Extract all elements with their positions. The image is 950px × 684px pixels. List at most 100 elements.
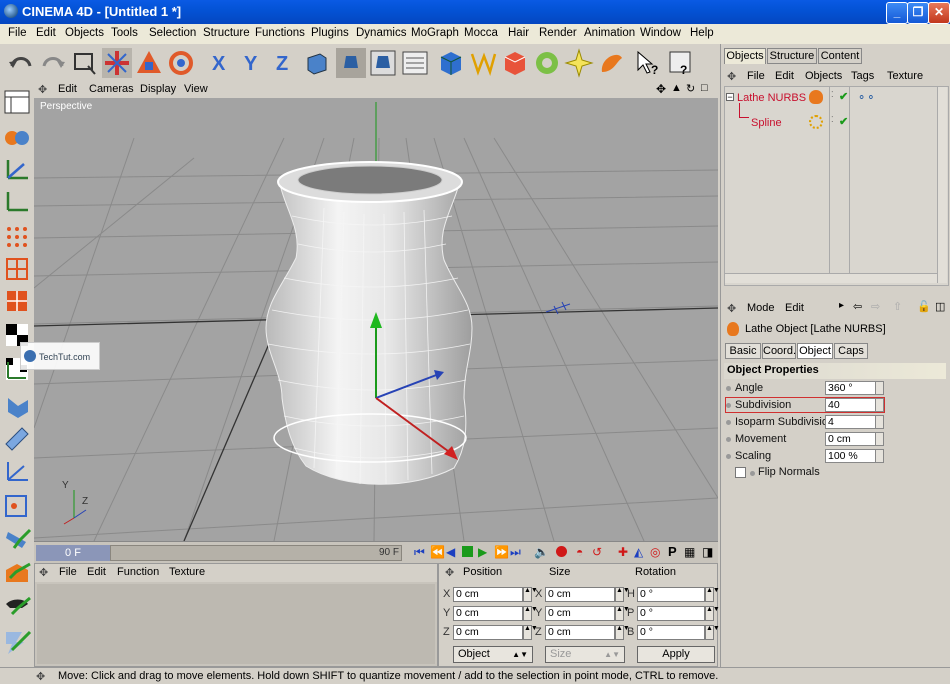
sculpt-tool-icon[interactable] xyxy=(2,560,32,588)
animation-dot-icon[interactable] xyxy=(726,403,731,408)
viewport-zoom-icon[interactable]: ▲ xyxy=(671,82,682,94)
objects-menu-objects[interactable]: Objects xyxy=(805,70,842,82)
layout-icon[interactable] xyxy=(2,88,32,116)
rot-h-spinner[interactable]: ▲▼ xyxy=(705,587,720,602)
menu-dynamics[interactable]: Dynamics xyxy=(356,27,406,39)
paint-tool-icon[interactable] xyxy=(2,526,32,554)
prev-key-icon[interactable]: ⏪ xyxy=(430,545,445,559)
object-list[interactable]: − Lathe NURBS ⁚ ✔ ⚬⚬ Spline ⁚ ✔ xyxy=(724,86,949,286)
tab-structure[interactable]: Structure xyxy=(767,48,817,64)
menu-render[interactable]: Render xyxy=(539,27,577,39)
timeline-options-icon[interactable]: ◨ xyxy=(702,545,713,559)
animation-dot-icon[interactable] xyxy=(726,454,731,459)
viewport-menu-cameras[interactable]: Cameras xyxy=(89,83,134,95)
play-forward-icon[interactable]: ▶ xyxy=(478,545,487,559)
attributes-menu-mode[interactable]: Mode xyxy=(747,302,775,314)
play-backward-icon[interactable]: ◀ xyxy=(446,545,455,559)
object-list-hscrollbar[interactable] xyxy=(725,273,937,283)
point-level-icon[interactable]: ▦ xyxy=(684,545,695,559)
objects-menu-file[interactable]: File xyxy=(747,70,765,82)
y-axis-lock-icon[interactable]: Y xyxy=(238,48,268,78)
attr-tab-caps[interactable]: Caps xyxy=(834,343,868,359)
next-key-icon[interactable]: ⏩ xyxy=(494,545,509,559)
material-menu-texture[interactable]: Texture xyxy=(169,566,205,578)
axis-tool-icon[interactable] xyxy=(2,392,32,420)
menu-mocca[interactable]: Mocca xyxy=(464,27,498,39)
pos-z-spinner[interactable]: ▲▼ xyxy=(523,625,538,640)
undo-icon[interactable] xyxy=(6,48,36,78)
attr-tab-basic[interactable]: Basic xyxy=(725,343,761,359)
z-axis-lock-icon[interactable]: Z xyxy=(270,48,300,78)
go-to-start-icon[interactable]: ⏮ xyxy=(414,545,425,560)
polygons-mode-icon[interactable] xyxy=(2,286,32,314)
edges-mode-icon[interactable] xyxy=(2,254,32,282)
tweak-mode-icon[interactable] xyxy=(2,424,32,452)
scaling-input[interactable]: 100 % xyxy=(825,449,877,463)
rot-p-spinner[interactable]: ▲▼ xyxy=(705,606,720,621)
size-mode-select[interactable]: Size ▲▼ xyxy=(545,646,625,663)
attr-tab-coord[interactable]: Coord. xyxy=(762,343,796,359)
pos-z-input[interactable]: 0 cm xyxy=(453,625,523,640)
sound-icon[interactable]: 🔈 xyxy=(534,545,549,559)
scaling-spinner[interactable] xyxy=(875,449,884,463)
brush-tool-icon[interactable] xyxy=(2,594,32,622)
rotate-tool-icon[interactable] xyxy=(166,48,196,78)
menu-tools[interactable]: Tools xyxy=(111,27,138,39)
close-button[interactable]: ✕ xyxy=(928,2,950,24)
lock-icon[interactable]: 🔓 xyxy=(917,300,931,313)
objects-move-icon[interactable]: ✥ xyxy=(727,70,736,83)
coordinate-move-icon[interactable]: ✥ xyxy=(445,566,454,579)
position-track-icon[interactable]: ✚ xyxy=(618,545,628,559)
rot-b-input[interactable]: 0 ° xyxy=(637,625,705,640)
subdivision-input[interactable]: 40 xyxy=(825,398,877,412)
size-x-input[interactable]: 0 cm xyxy=(545,587,615,602)
menu-functions[interactable]: Functions xyxy=(255,27,305,39)
visibility-dots-icon[interactable]: ⁚ xyxy=(831,90,834,99)
movement-input[interactable]: 0 cm xyxy=(825,432,877,446)
attributes-arrow-right-icon[interactable]: ▸ xyxy=(839,300,844,311)
x-axis-lock-icon[interactable]: X xyxy=(206,48,236,78)
history-forward-icon[interactable]: ⇨ xyxy=(871,300,880,313)
history-back-icon[interactable]: ⇦ xyxy=(853,300,862,313)
rot-p-input[interactable]: 0 ° xyxy=(637,606,705,621)
size-y-spinner[interactable]: ▲▼ xyxy=(615,606,630,621)
render-region-icon[interactable] xyxy=(368,48,398,78)
menu-file[interactable]: File xyxy=(8,27,27,39)
menu-window[interactable]: Window xyxy=(640,27,681,39)
model-tool-icon[interactable] xyxy=(2,122,32,150)
rot-b-spinner[interactable]: ▲▼ xyxy=(705,625,720,640)
attributes-menu-edit[interactable]: Edit xyxy=(785,302,804,314)
viewport-menu-display[interactable]: Display xyxy=(140,83,176,95)
deformer-icon[interactable] xyxy=(564,48,594,78)
stop-icon[interactable] xyxy=(462,546,473,557)
subdivision-spinner[interactable] xyxy=(875,398,884,412)
menu-selection[interactable]: Selection xyxy=(149,27,196,39)
cube-primitive-icon[interactable] xyxy=(436,48,466,78)
maximize-button[interactable]: ❐ xyxy=(907,2,929,24)
material-menu-file[interactable]: File xyxy=(59,566,77,578)
material-menu-function[interactable]: Function xyxy=(117,566,159,578)
time-track[interactable] xyxy=(110,545,402,561)
phong-tag-icon[interactable]: ⚬⚬ xyxy=(857,91,875,104)
isoparm-subdivision-spinner[interactable] xyxy=(875,415,884,429)
viewport-menu-view[interactable]: View xyxy=(184,83,208,95)
angle-spinner[interactable] xyxy=(875,381,884,395)
current-frame-slider[interactable]: 0 F xyxy=(36,545,110,561)
viewport-rotate-icon[interactable]: ↻ xyxy=(686,82,695,95)
objects-menu-texture[interactable]: Texture xyxy=(887,70,923,82)
minimize-button[interactable]: _ xyxy=(886,2,908,24)
viewport-move-icon[interactable]: ✥ xyxy=(38,83,47,96)
size-y-input[interactable]: 0 cm xyxy=(545,606,615,621)
record-icon[interactable] xyxy=(556,546,567,557)
pos-x-input[interactable]: 0 cm xyxy=(453,587,523,602)
menu-structure[interactable]: Structure xyxy=(203,27,250,39)
viewport-pan-icon[interactable]: ✥ xyxy=(656,82,666,96)
nurbs-icon[interactable] xyxy=(500,48,530,78)
menu-mograph[interactable]: MoGraph xyxy=(411,27,459,39)
size-x-spinner[interactable]: ▲▼ xyxy=(615,587,630,602)
object-tool-icon[interactable] xyxy=(2,188,32,216)
menu-help[interactable]: Help xyxy=(690,27,714,39)
animation-dot-icon[interactable] xyxy=(726,437,731,442)
magnet-tool-icon[interactable] xyxy=(2,628,32,656)
angle-input[interactable]: 360 ° xyxy=(825,381,877,395)
